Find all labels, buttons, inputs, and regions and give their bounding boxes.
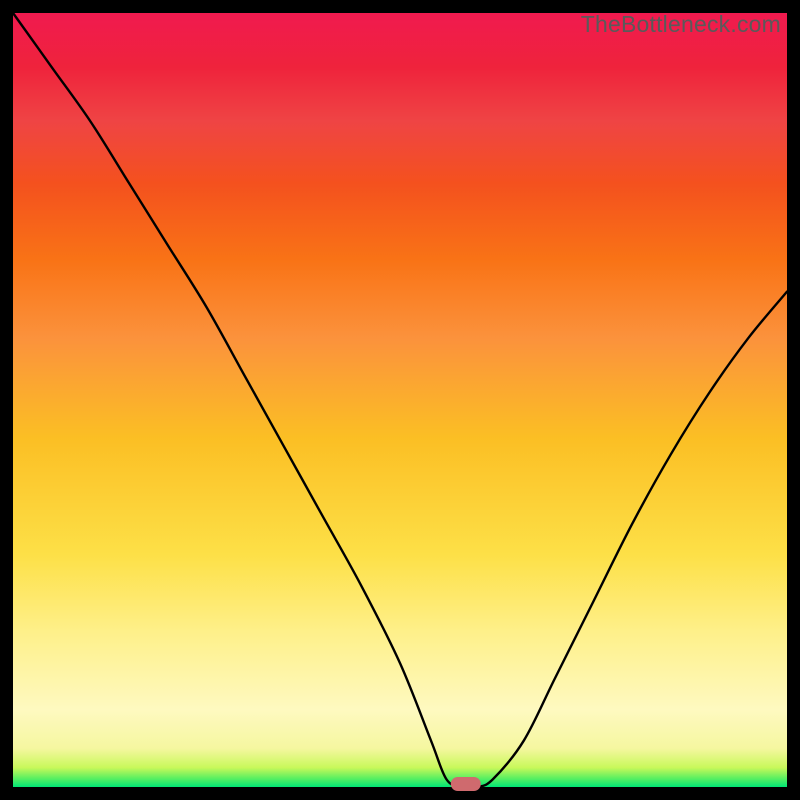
optimal-marker (451, 777, 481, 791)
chart-plot-area: TheBottleneck.com (13, 13, 787, 787)
bottleneck-curve-path (13, 13, 787, 788)
bottleneck-curve-svg (13, 13, 787, 787)
chart-frame: TheBottleneck.com (13, 13, 787, 787)
